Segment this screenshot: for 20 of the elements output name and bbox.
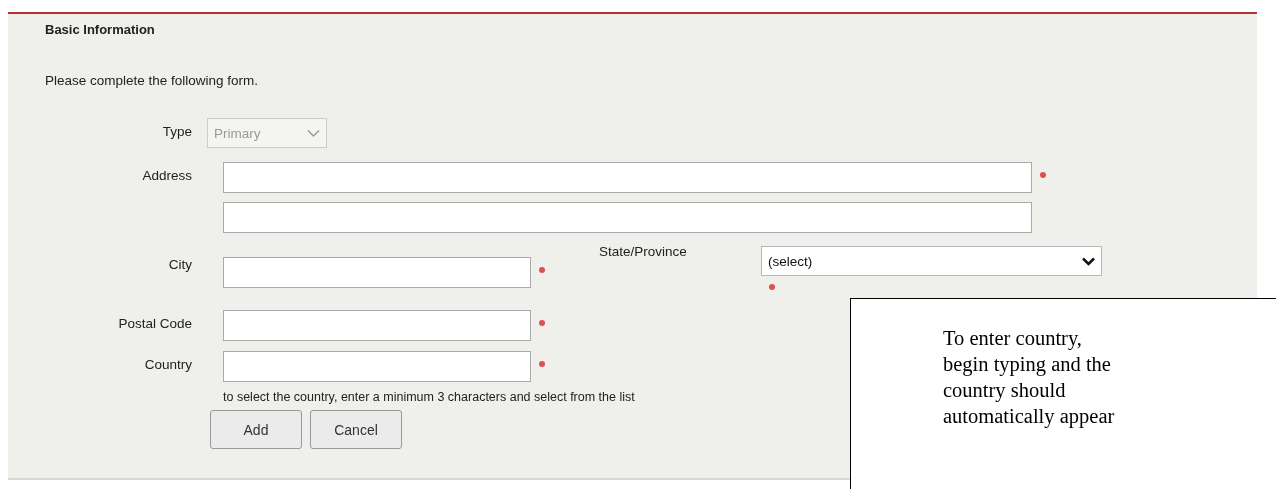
field-label: Address [141, 167, 192, 183]
field-label: City [167, 257, 192, 272]
input-field[interactable] [223, 310, 531, 341]
section-title: Basic Information [45, 22, 155, 37]
field-hint: to select the country, enter a minimum 3 characters and select from the list [223, 390, 635, 404]
callout-note: To enter country, begin typing and the country should automatically appear [850, 298, 1276, 489]
field-label: Postal Code [117, 315, 192, 331]
input-field[interactable] [223, 351, 531, 382]
form-instructions: Please complete the following form. [45, 73, 259, 88]
input-field[interactable] [223, 257, 531, 288]
field-label: State/Province [599, 244, 687, 259]
dropdown-caret-icon [1082, 256, 1095, 266]
form-button[interactable]: Add [210, 410, 302, 449]
form-button[interactable]: Cancel [310, 410, 402, 449]
field-label: Country [143, 356, 192, 372]
input-field[interactable] [223, 162, 1032, 193]
field-label: Type [161, 123, 192, 139]
dropdown-caret-icon [307, 128, 320, 138]
input-field[interactable] [223, 202, 1032, 233]
state-dropdown[interactable]: (select) [761, 246, 1102, 276]
